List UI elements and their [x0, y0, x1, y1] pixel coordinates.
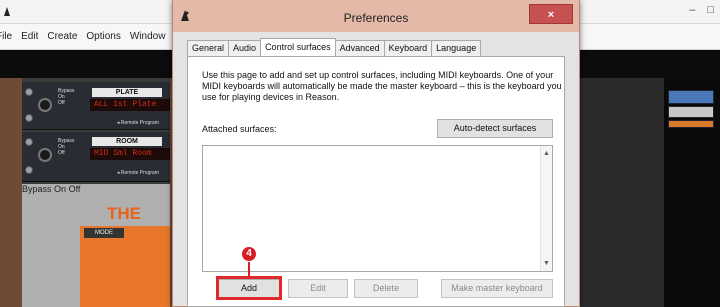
tab-keyboard[interactable]: Keyboard [383, 40, 433, 56]
rack-screw [25, 88, 33, 96]
rack-rail-left [0, 78, 22, 307]
tab-language[interactable]: Language [431, 40, 482, 56]
intro-text: Use this page to add and set up control … [202, 70, 562, 102]
bypass-label: Bypass [22, 184, 52, 194]
menu-create[interactable]: Create [47, 31, 77, 42]
reverb-device-room: Bypass On Off ROOM MID Sml Room ◂ Remote… [22, 132, 170, 182]
synth-panel [80, 226, 170, 307]
list-scrollbar[interactable]: ▲ ▼ [540, 146, 552, 271]
control-surfaces-panel: Use this page to add and set up control … [187, 56, 565, 307]
delete-button[interactable]: Delete [354, 279, 418, 298]
minimize-button[interactable]: – [689, 4, 695, 16]
on-label: On [54, 184, 67, 194]
add-button[interactable]: Add [217, 279, 281, 298]
rack-screw [25, 138, 33, 146]
tab-general[interactable]: General [187, 40, 230, 56]
remote-program-label: ◂ Remote Program [117, 170, 159, 176]
device-name-plate: ROOM [92, 137, 162, 146]
close-button[interactable]: × [529, 4, 573, 24]
reason-app-icon [4, 7, 10, 16]
preferences-dialog: Preferences × General Audio Control surf… [172, 0, 580, 307]
synth-device: Bypass On Off THE MODE [22, 184, 170, 307]
device-name-plate: PLATE [92, 88, 162, 97]
tab-strip: General Audio Control surfaces Advanced … [187, 38, 482, 56]
rack-screw [25, 114, 33, 122]
mini-device-thumbnail [668, 106, 714, 118]
patch-display[interactable]: MID Sml Room [90, 148, 170, 160]
attached-surfaces-label: Attached surfaces: [202, 124, 277, 134]
device-rack-right [664, 78, 720, 307]
menu-file[interactable]: File [0, 31, 12, 42]
scroll-up-arrow-icon[interactable]: ▲ [541, 148, 552, 159]
synth-logo: THE [107, 204, 141, 223]
scroll-down-arrow-icon[interactable]: ▼ [541, 258, 552, 269]
off-label: Off [58, 100, 65, 106]
mode-label: MODE [84, 228, 124, 238]
mini-device-thumbnail [668, 120, 714, 128]
step-marker-pointer [248, 262, 250, 276]
rack-screw [25, 166, 33, 174]
mini-device-thumbnail [668, 90, 714, 104]
device-rack: Bypass On Off PLATE ALL 1st Plate ◂ Remo… [0, 78, 180, 307]
off-label: Off [68, 184, 81, 194]
dialog-title: Preferences [343, 11, 409, 25]
tab-advanced[interactable]: Advanced [334, 40, 385, 56]
auto-detect-surfaces-button[interactable]: Auto-detect surfaces [437, 119, 553, 138]
window-controls: – □ [689, 4, 714, 16]
bypass-knob[interactable] [38, 148, 52, 162]
menu-options[interactable]: Options [86, 31, 120, 42]
bypass-knob[interactable] [38, 98, 52, 112]
step-marker-badge: 4 [241, 246, 257, 262]
reverb-device-plate: Bypass On Off PLATE ALL 1st Plate ◂ Remo… [22, 82, 170, 130]
maximize-button[interactable]: □ [707, 4, 714, 16]
patch-display[interactable]: ALL 1st Plate [90, 99, 170, 111]
menu-window[interactable]: Window [130, 31, 166, 42]
remote-program-label: ◂ Remote Program [117, 120, 159, 126]
menu-edit[interactable]: Edit [21, 31, 38, 42]
tab-audio[interactable]: Audio [228, 40, 262, 56]
make-master-keyboard-button[interactable]: Make master keyboard [441, 279, 553, 298]
tab-control-surfaces[interactable]: Control surfaces [260, 38, 336, 56]
off-label: Off [58, 150, 65, 156]
edit-button[interactable]: Edit [288, 279, 348, 298]
dialog-title-bar[interactable]: Preferences × [173, 0, 579, 32]
